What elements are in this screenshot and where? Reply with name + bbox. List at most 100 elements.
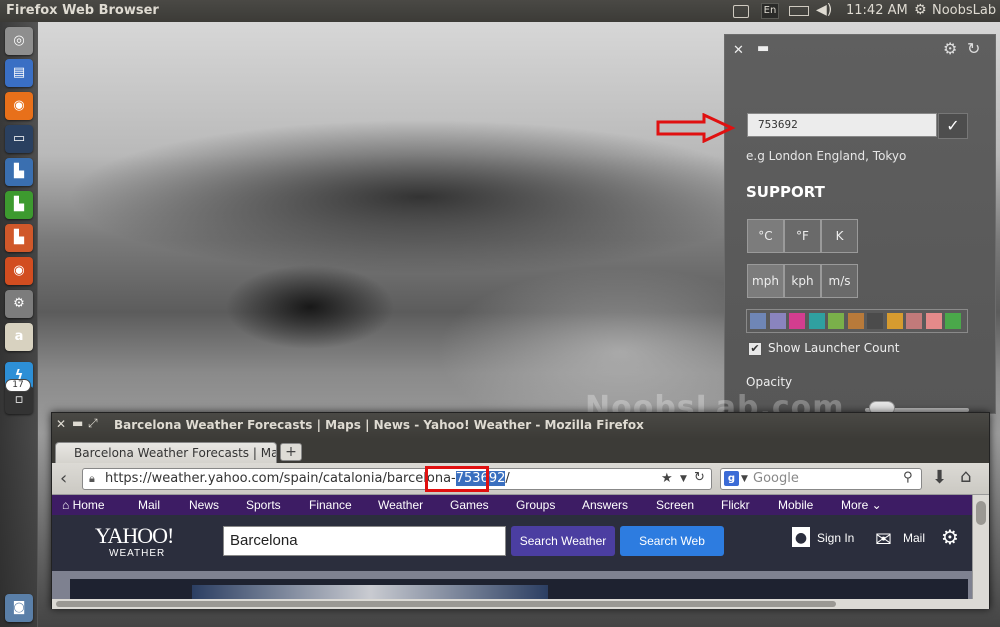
window-close-icon[interactable]: ✕ xyxy=(56,417,66,431)
amazon-icon[interactable]: a xyxy=(5,323,33,351)
color-swatch[interactable] xyxy=(769,313,786,329)
close-icon[interactable]: ✕ xyxy=(733,43,744,58)
mail-link[interactable]: Mail xyxy=(903,531,925,545)
unit-fahrenheit-button[interactable]: °F xyxy=(784,219,821,253)
clock[interactable]: 11:42 AM xyxy=(846,3,908,21)
vertical-scrollbar[interactable] xyxy=(972,495,989,599)
tab-bar: Barcelona Weather Forecasts | Maps + xyxy=(52,439,989,463)
nav-item-games[interactable]: Games xyxy=(450,498,489,512)
user-name[interactable]: NoobsLab xyxy=(932,3,996,21)
sign-in-link[interactable]: Sign In xyxy=(817,531,854,545)
files-icon[interactable]: ▤ xyxy=(5,59,33,87)
nav-item-mobile[interactable]: Mobile xyxy=(778,498,813,512)
nav-item-finance[interactable]: Finance xyxy=(309,498,352,512)
yahoo-search-input[interactable]: Barcelona xyxy=(223,526,506,556)
color-swatch[interactable] xyxy=(828,313,844,329)
active-app-title: Firefox Web Browser xyxy=(6,3,159,18)
nav-item-sports[interactable]: Sports xyxy=(246,498,281,512)
search-icon[interactable]: ⚲ xyxy=(903,468,913,488)
yahoo-weather-sublogo: WEATHER xyxy=(109,548,166,559)
navigation-toolbar: ‹ 🔒︎ https://weather.yahoo.com/spain/cat… xyxy=(52,463,989,495)
battery-icon[interactable] xyxy=(789,6,809,16)
horizontal-scroll-thumb[interactable] xyxy=(56,601,836,607)
user-icon[interactable]: ● xyxy=(792,527,810,547)
color-swatch[interactable] xyxy=(847,313,864,329)
url-dropdown-icon[interactable]: ▼ xyxy=(680,469,687,489)
window-minimize-icon[interactable]: ▬ xyxy=(72,416,83,430)
dash-icon[interactable]: ◎ xyxy=(5,27,33,55)
weather-hero-image xyxy=(192,585,548,599)
nav-item-news[interactable]: News xyxy=(189,498,219,512)
browser-tab[interactable]: Barcelona Weather Forecasts | Maps xyxy=(55,442,277,463)
unit-mph-button[interactable]: mph xyxy=(747,264,784,298)
color-swatch[interactable] xyxy=(945,313,961,329)
mail-icon[interactable]: ✉ xyxy=(875,527,892,551)
calc-icon[interactable]: ▙ xyxy=(5,191,33,219)
volume-icon[interactable]: ◀) xyxy=(816,2,832,20)
nav-item-more[interactable]: More ⌄ xyxy=(841,498,882,512)
back-button[interactable]: ‹ xyxy=(60,468,67,489)
web-page: ⌂ Home Mail News Sports Finance Weather Games G… xyxy=(52,495,972,599)
software-center-icon[interactable]: ◉ xyxy=(5,257,33,285)
color-swatch[interactable] xyxy=(808,313,825,329)
launcher-count-badge: 17 xyxy=(5,379,31,392)
window-maximize-icon[interactable]: ⤢ xyxy=(88,416,98,431)
home-icon[interactable]: ⌂ xyxy=(960,466,971,487)
top-panel: Firefox Web Browser En ◀) 11:42 AM ⚙ Noo… xyxy=(0,0,1000,22)
bookmark-star-icon[interactable]: ★ xyxy=(661,469,673,489)
firefox-window: ✕ ▬ ⤢ Barcelona Weather Forecasts | Maps… xyxy=(51,412,990,609)
window-titlebar: ✕ ▬ ⤢ Barcelona Weather Forecasts | Maps… xyxy=(52,413,989,439)
nav-item-mail[interactable]: Mail xyxy=(138,498,160,512)
launcher: ◎ ▤ ◉ ▭ ▙ ▙ ▙ ◉ ⚙ a ϟ ▫ 17 ◙ xyxy=(0,22,38,627)
search-engine-dropdown-icon[interactable]: ▼ xyxy=(741,469,748,489)
weather-settings-panel: ✕ ▬ ⚙ ↻ 753692 ✓ e.g London England, Tok… xyxy=(724,34,996,415)
yahoo-header: YAHOO! WEATHER Barcelona Search Weather … xyxy=(52,515,972,571)
download-icon[interactable]: ⬇ xyxy=(932,467,947,488)
confirm-location-button[interactable]: ✓ xyxy=(938,113,968,139)
search-bar[interactable]: g ▼ Google ⚲ xyxy=(720,468,922,490)
refresh-icon[interactable]: ↻ xyxy=(967,39,980,58)
minimize-icon[interactable]: ▬ xyxy=(757,41,769,56)
reload-icon[interactable]: ↻ xyxy=(694,468,705,488)
color-swatch[interactable] xyxy=(789,313,805,329)
location-input[interactable]: 753692 xyxy=(747,113,937,137)
system-settings-icon[interactable]: ⚙ xyxy=(5,290,33,318)
vertical-scroll-thumb[interactable] xyxy=(976,501,986,525)
color-swatch[interactable] xyxy=(925,313,942,329)
lock-icon: 🔒︎ xyxy=(89,472,95,485)
color-swatch[interactable] xyxy=(886,313,903,329)
color-swatch[interactable] xyxy=(906,313,922,329)
unit-celsius-button[interactable]: °C xyxy=(747,219,784,253)
yahoo-nav-bar: ⌂ Home Mail News Sports Finance Weather Games G… xyxy=(52,495,972,515)
settings-gear-icon[interactable]: ⚙ xyxy=(941,525,959,549)
horizontal-scrollbar[interactable] xyxy=(52,599,989,609)
impress-icon[interactable]: ▙ xyxy=(5,224,33,252)
nav-item-home[interactable]: ⌂ Home xyxy=(62,498,105,512)
nav-item-groups[interactable]: Groups xyxy=(516,498,555,512)
unit-ms-button[interactable]: m/s xyxy=(821,264,858,298)
keyboard-layout-indicator[interactable]: En xyxy=(761,3,779,19)
terminal-icon[interactable]: ▭ xyxy=(5,125,33,153)
search-web-button[interactable]: Search Web xyxy=(620,526,724,556)
nav-item-screen[interactable]: Screen xyxy=(656,498,694,512)
color-swatch[interactable] xyxy=(750,313,766,329)
trash-icon[interactable]: ◙ xyxy=(5,594,33,622)
screenshot-indicator-icon[interactable] xyxy=(733,5,749,18)
nav-item-answers[interactable]: Answers xyxy=(582,498,628,512)
gear-icon[interactable]: ⚙ xyxy=(943,39,957,58)
unit-kelvin-button[interactable]: K xyxy=(821,219,858,253)
google-icon[interactable]: g xyxy=(724,471,739,486)
session-gear-icon[interactable]: ⚙ xyxy=(914,2,927,20)
writer-icon[interactable]: ▙ xyxy=(5,158,33,186)
search-weather-button[interactable]: Search Weather xyxy=(511,526,615,556)
yahoo-logo[interactable]: YAHOO! xyxy=(95,525,174,547)
nav-item-flickr[interactable]: Flickr xyxy=(721,498,750,512)
firefox-icon[interactable]: ◉ xyxy=(5,92,33,120)
chevron-down-icon: ⌄ xyxy=(868,498,882,512)
url-bar[interactable]: 🔒︎ https://weather.yahoo.com/spain/catal… xyxy=(82,466,712,492)
nav-item-weather[interactable]: Weather xyxy=(378,498,423,512)
new-tab-button[interactable]: + xyxy=(280,443,302,461)
show-launcher-count-checkbox[interactable]: ✔ xyxy=(748,342,762,356)
color-swatch[interactable] xyxy=(867,313,883,329)
unit-kph-button[interactable]: kph xyxy=(784,264,821,298)
